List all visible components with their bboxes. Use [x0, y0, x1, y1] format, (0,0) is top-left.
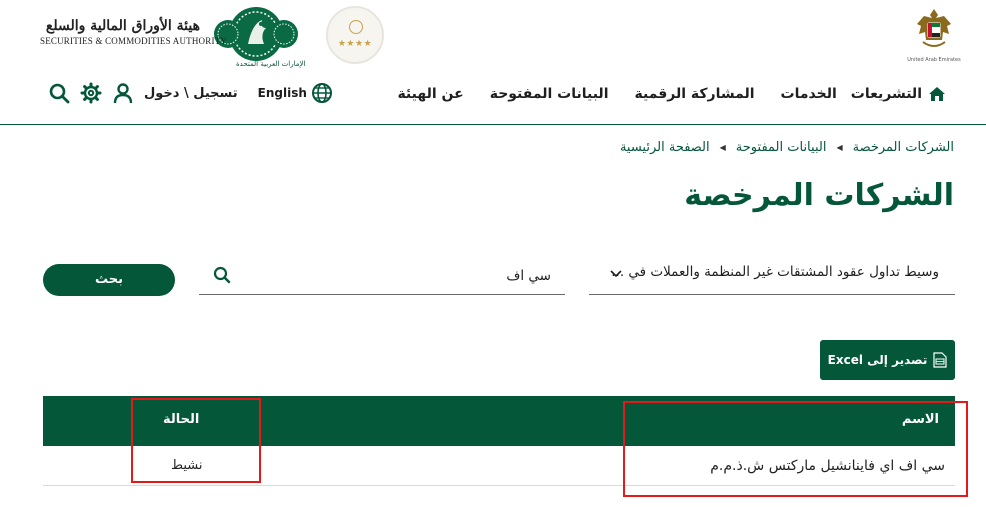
company-search	[199, 258, 565, 295]
breadcrumb-home[interactable]: الصفحة الرئيسية	[620, 140, 710, 155]
page-title: الشركات المرخصة	[684, 178, 954, 213]
export-excel-button[interactable]: تصدير إلى Excel	[820, 340, 955, 380]
chevron-down-icon	[610, 270, 622, 278]
breadcrumb: الصفحة الرئيسية ◀ البيانات المفتوحة ◀ ال…	[620, 140, 954, 155]
nav-item-legislation[interactable]: التشريعات	[851, 86, 922, 102]
excellence-badge: ★★★★	[326, 6, 384, 64]
nav-item-about[interactable]: عن الهيئة	[397, 86, 463, 102]
excel-file-icon	[933, 352, 947, 368]
authority-name-ar: هيئة الأوراق المالية والسلع	[45, 18, 200, 34]
user-icon[interactable]	[112, 82, 134, 104]
badge-stars: ★★★★	[337, 39, 373, 49]
main-nav: التشريعات الخدمات المشاركة الرقمية البيا…	[371, 84, 946, 104]
search-icon[interactable]	[48, 82, 70, 104]
uae-emblem-caption: United Arab Emirates	[907, 57, 961, 63]
nav-item-services[interactable]: الخدمات	[781, 86, 837, 102]
search-button[interactable]: بحث	[43, 264, 175, 296]
falcon-emblem-icon	[917, 9, 951, 47]
globe-icon[interactable]	[311, 82, 333, 104]
highlight-name-column	[623, 401, 968, 497]
header-tools: تسجيل \ دخول English	[48, 82, 333, 104]
search-icon[interactable]	[213, 266, 231, 284]
gear-icon[interactable]	[80, 82, 102, 104]
login-link[interactable]: تسجيل \ دخول	[144, 86, 238, 101]
uae-emblem: United Arab Emirates	[904, 6, 964, 68]
language-switch[interactable]: English	[258, 86, 307, 100]
breadcrumb-current: الشركات المرخصة	[852, 140, 954, 155]
search-input[interactable]	[251, 264, 551, 288]
breadcrumb-open-data[interactable]: البيانات المفتوحة	[736, 140, 827, 155]
activity-select-value: وسيط تداول عقود المشتقات غير المنظمة وال…	[611, 264, 939, 280]
sca-wordmark: هيئة الأوراق المالية والسلع SECURITIES &…	[40, 18, 228, 46]
export-excel-label: تصدير إلى Excel	[827, 353, 928, 367]
sca-logo-caption: الإمارات العربية المتحدة	[236, 60, 306, 68]
nav-item-open-data[interactable]: البيانات المفتوحة	[490, 86, 609, 102]
nav-item-digital-participation[interactable]: المشاركة الرقمية	[635, 86, 755, 102]
breadcrumb-separator-icon: ◀	[836, 143, 843, 152]
header-divider	[0, 124, 986, 125]
breadcrumb-separator-icon: ◀	[719, 143, 726, 152]
activity-select[interactable]: وسيط تداول عقود المشتقات غير المنظمة وال…	[589, 258, 955, 295]
badge-seal-icon	[349, 20, 363, 34]
authority-name-en: SECURITIES & COMMODITIES AUTHORITY	[40, 36, 228, 46]
home-icon[interactable]	[928, 85, 946, 103]
highlight-status-column	[131, 398, 261, 483]
